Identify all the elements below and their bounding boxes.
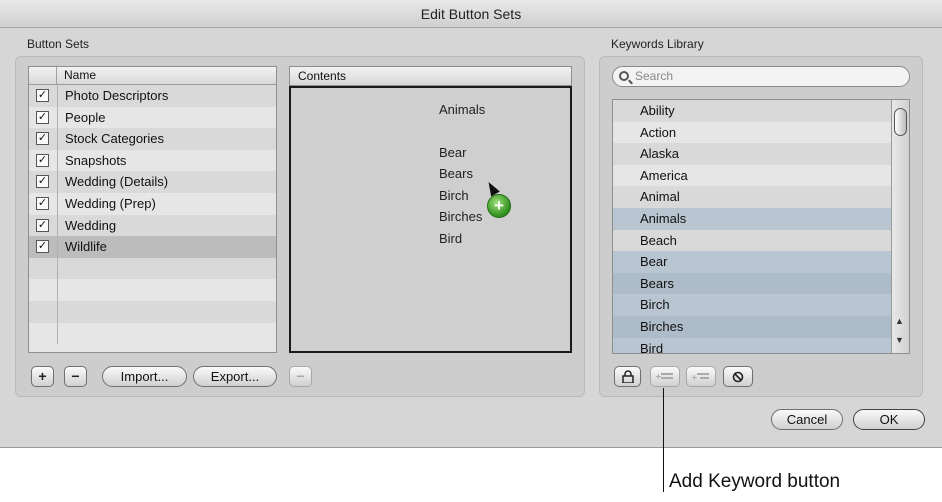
button-set-row[interactable]: ✓ Wedding (Prep) (29, 192, 276, 215)
cancel-button[interactable]: Cancel (771, 409, 843, 430)
keyword-row[interactable]: Alaska (613, 143, 892, 165)
column-divider (57, 322, 58, 345)
empty-row (29, 300, 276, 323)
contents-column-header: Contents (289, 66, 572, 86)
button-set-checkbox[interactable]: ✓ (36, 218, 49, 232)
column-divider (57, 300, 58, 323)
add-child-keyword-icon: + (691, 373, 709, 382)
keywords-scrollbar[interactable]: ▲ ▼ (891, 100, 909, 353)
button-set-label: People (65, 109, 106, 125)
lock-button[interactable] (614, 366, 641, 387)
button-set-row[interactable]: ✓ Snapshots (29, 149, 276, 172)
edit-button-sets-dialog: Edit Button Sets Button Sets Name ✓ Photo… (0, 0, 942, 448)
button-set-row[interactable]: ✓ Wedding (29, 214, 276, 237)
checkbox-column-header (29, 67, 57, 85)
button-set-row[interactable]: ✓ Stock Categories (29, 128, 276, 150)
button-set-row[interactable]: ✓ Wedding (Details) (29, 171, 276, 193)
keywords-library-list[interactable]: Ability Action Alaska America Animal Animals B… (612, 99, 910, 354)
button-set-label: Snapshots (65, 152, 127, 168)
button-sets-section-label: Button Sets (27, 37, 90, 51)
button-set-row[interactable]: ✓ Wildlife (29, 236, 276, 258)
column-divider (57, 128, 58, 150)
button-sets-rows: ✓ Photo Descriptors ✓ People ✓ Stock Categori… (29, 85, 276, 345)
button-set-row[interactable]: ✓ People (29, 106, 276, 129)
column-divider (57, 214, 58, 237)
prohibited-icon (732, 371, 744, 383)
delete-keyword-button[interactable] (723, 366, 753, 387)
contents-item[interactable]: Birch (439, 188, 469, 203)
contents-item[interactable]: Bird (439, 231, 462, 246)
annotation-callout-text: Add Keyword button (669, 471, 841, 492)
keyword-row[interactable]: Animal (613, 186, 892, 208)
button-set-label: Wedding (Details) (65, 174, 169, 190)
keyword-row[interactable]: Bird (613, 337, 892, 353)
contents-drop-area[interactable]: Animals Bear Bears Birch Birches Bird (289, 86, 572, 353)
import-button[interactable]: Import... (102, 366, 187, 387)
button-set-checkbox[interactable]: ✓ (36, 240, 49, 254)
empty-row (29, 257, 276, 280)
keyword-search-field[interactable]: Search (612, 66, 910, 87)
add-button-set-button[interactable]: + (31, 366, 54, 387)
keyword-row[interactable]: Animals (613, 207, 892, 230)
add-keyword-button[interactable]: + (650, 366, 680, 387)
export-button[interactable]: Export... (193, 366, 277, 387)
lock-icon (621, 370, 634, 384)
keyword-row[interactable]: America (613, 164, 892, 187)
scroll-down-arrow-icon[interactable]: ▼ (895, 335, 904, 345)
button-set-checkbox[interactable]: ✓ (36, 196, 49, 210)
keyword-rows: Ability Action Alaska America Animal Animals B… (613, 100, 909, 353)
keywords-library-section-label: Keywords Library (611, 37, 704, 51)
contents-item[interactable]: Animals (439, 102, 485, 117)
column-divider (57, 192, 58, 215)
button-set-checkbox[interactable]: ✓ (36, 153, 49, 167)
button-set-checkbox[interactable]: ✓ (36, 132, 49, 146)
column-divider (57, 85, 58, 107)
button-sets-table-header: Name (29, 67, 276, 85)
add-keyword-below-button[interactable]: + (686, 366, 716, 387)
column-divider (57, 149, 58, 172)
keyword-row[interactable]: Birches (613, 315, 892, 338)
scroll-up-arrow-icon[interactable]: ▲ (895, 316, 904, 326)
ok-button[interactable]: OK (853, 409, 925, 430)
empty-row (29, 279, 276, 301)
keyword-row[interactable]: Beach (613, 229, 892, 252)
svg-text:+: + (691, 373, 698, 381)
button-set-label: Photo Descriptors (65, 88, 169, 103)
keyword-row[interactable]: Birch (613, 294, 892, 316)
keyword-row[interactable]: Ability (613, 100, 892, 122)
column-divider (57, 279, 58, 301)
keyword-row[interactable]: Action (613, 121, 892, 144)
keyword-row[interactable]: Bear (613, 251, 892, 273)
button-set-checkbox[interactable]: ✓ (36, 110, 49, 124)
remove-keyword-from-set-button[interactable]: − (289, 366, 312, 387)
name-column-header[interactable]: Name (64, 68, 96, 82)
button-set-row[interactable]: ✓ Photo Descriptors (29, 85, 276, 107)
keyword-row[interactable]: Bears (613, 272, 892, 295)
contents-item[interactable]: Bears (439, 166, 473, 181)
button-set-label: Stock Categories (65, 131, 164, 147)
button-set-label: Wildlife (65, 239, 107, 255)
column-divider (57, 257, 58, 280)
button-set-checkbox[interactable]: ✓ (36, 89, 49, 102)
dialog-title: Edit Button Sets (0, 0, 942, 28)
search-placeholder: Search (635, 69, 674, 83)
annotation-callout-line (663, 388, 664, 492)
empty-row (29, 322, 276, 345)
scrollbar-thumb[interactable] (894, 108, 907, 136)
column-divider (57, 106, 58, 129)
button-sets-table[interactable]: Name ✓ Photo Descriptors ✓ People ✓ Stock Cat… (28, 66, 277, 353)
column-divider (57, 236, 58, 258)
contents-item[interactable]: Bear (439, 145, 466, 160)
button-set-label: Wedding (Prep) (65, 195, 156, 211)
column-divider (57, 171, 58, 193)
button-set-label: Wedding (65, 217, 117, 233)
contents-item[interactable]: Birches (439, 209, 482, 224)
add-keyword-icon: + (655, 372, 673, 381)
add-copy-badge-icon: + (487, 194, 511, 218)
remove-button-set-button[interactable]: − (64, 366, 87, 387)
button-set-checkbox[interactable]: ✓ (36, 175, 49, 189)
search-icon (619, 71, 629, 81)
svg-text:+: + (655, 372, 662, 381)
